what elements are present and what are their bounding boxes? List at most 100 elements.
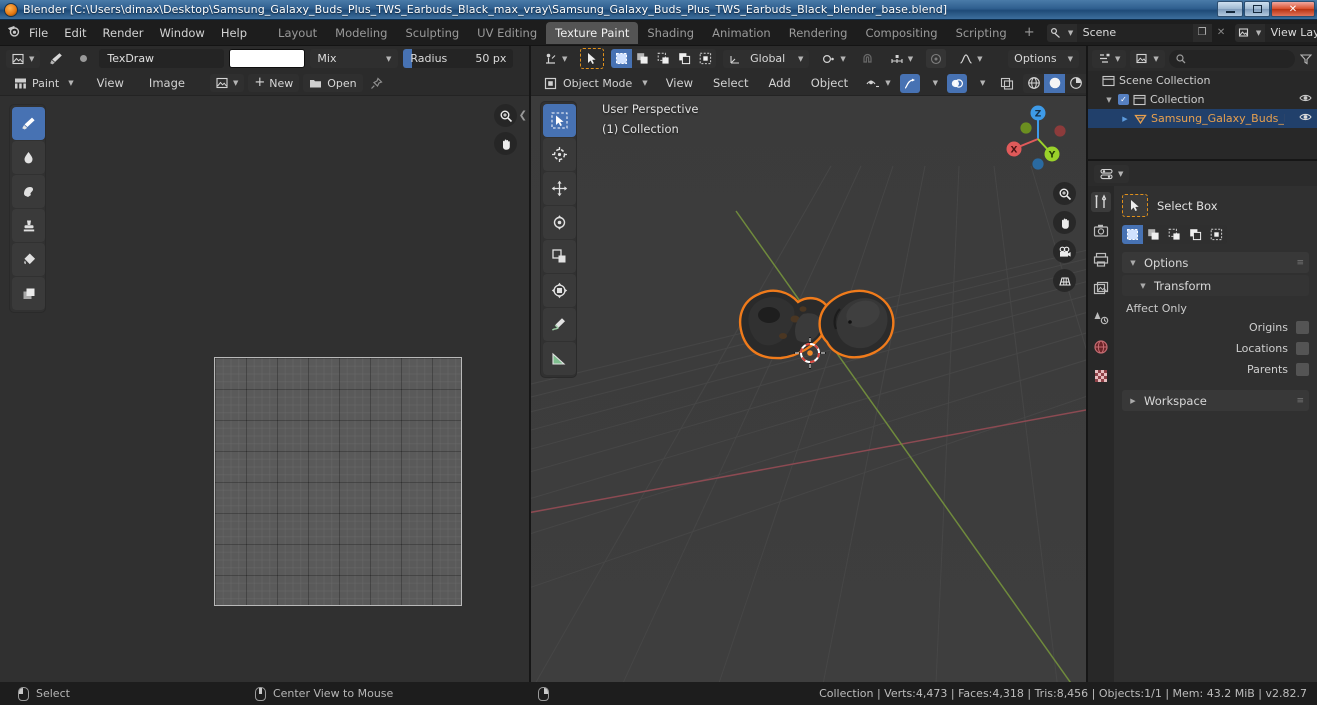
select-mode-subtract[interactable] <box>653 49 675 68</box>
select-mode-invert[interactable] <box>674 49 696 68</box>
workspace-tab-sculpting[interactable]: Sculpting <box>396 22 468 44</box>
view-layer-icon[interactable]: ▼ <box>1234 23 1265 42</box>
tab-render[interactable] <box>1091 221 1111 241</box>
image-datablock-button[interactable]: ▼ <box>209 74 245 92</box>
menu-render[interactable]: Render <box>95 23 152 43</box>
pan-icon[interactable] <box>1053 211 1076 234</box>
viewport-menu-add[interactable]: Add <box>760 73 798 93</box>
outliner-row-collection[interactable]: ▼ ✓ Collection <box>1088 90 1317 109</box>
brush-radius-slider[interactable]: Radius 50 px <box>403 49 514 68</box>
eye-icon[interactable] <box>1299 93 1312 106</box>
image-editor-sidebar-toggle[interactable]: ❮ <box>519 110 527 121</box>
viewport-menu-select[interactable]: Select <box>705 73 756 93</box>
tool-draw-button[interactable] <box>12 107 45 140</box>
properties-editor-type-button[interactable]: ▼ <box>1094 164 1130 183</box>
overlay-options-dropdown[interactable]: ▼ <box>970 74 991 92</box>
tool-scale-button[interactable] <box>543 240 576 273</box>
tool-soften-button[interactable] <box>12 141 45 174</box>
panel-options[interactable]: ▼ Options ≡ <box>1122 252 1309 273</box>
workspace-tab-scripting[interactable]: Scripting <box>947 22 1016 44</box>
viewport-canvas[interactable]: User Perspective (1) Collection Z X Y <box>531 96 1086 682</box>
scene-unlink-button[interactable]: ✕ <box>1212 24 1231 42</box>
ortho-persp-icon[interactable] <box>1053 269 1076 292</box>
outliner-filter-id-button[interactable]: ▼ <box>1130 49 1165 68</box>
panel-workspace[interactable]: ▶ Workspace ≡ <box>1122 390 1309 411</box>
visibility-selectability-dropdown[interactable]: ▼ <box>860 74 896 92</box>
uv-image-grid[interactable] <box>214 357 462 606</box>
workspace-tab-modeling[interactable]: Modeling <box>326 22 396 44</box>
shading-material-button[interactable] <box>1065 73 1086 93</box>
gizmo-options-dropdown[interactable]: ▼ <box>923 74 944 92</box>
tool-cursor-button[interactable] <box>543 138 576 171</box>
workspace-tab-texture-paint[interactable]: Texture Paint <box>546 21 639 44</box>
tab-texture[interactable] <box>1091 366 1111 386</box>
transform-orientation-dropdown[interactable]: Global ▼ <box>723 49 810 68</box>
outliner-editor-type-button[interactable]: ▼ <box>1092 49 1127 68</box>
select-mode-set[interactable] <box>1122 225 1143 244</box>
image-editor-menu-view[interactable]: View <box>89 73 132 93</box>
tool-mask-button[interactable] <box>12 277 45 310</box>
snap-magnet-icon[interactable] <box>859 52 877 65</box>
select-mode-set[interactable] <box>611 49 633 68</box>
shading-solid-button[interactable] <box>1044 73 1066 93</box>
brush-datablock-icon[interactable] <box>72 52 94 65</box>
camera-icon[interactable] <box>1053 240 1076 263</box>
tool-clone-button[interactable] <box>12 209 45 242</box>
interaction-mode-dropdown[interactable]: Object Mode ▼ <box>538 74 654 92</box>
menu-help[interactable]: Help <box>213 23 255 43</box>
area-divider-left[interactable] <box>529 46 531 682</box>
affect-only-parents-row[interactable]: Parents <box>1122 359 1309 380</box>
workspace-tab-shading[interactable]: Shading <box>638 22 703 44</box>
blend-mode-dropdown[interactable]: Mix ▼ <box>310 49 399 68</box>
tool-transform-button[interactable] <box>543 274 576 307</box>
scene-icon[interactable]: ▼ <box>1046 23 1077 42</box>
show-overlays-toggle[interactable] <box>946 73 967 93</box>
outliner-search-input[interactable] <box>1168 49 1295 68</box>
pan-icon[interactable] <box>494 132 517 155</box>
tool-select-box-button[interactable] <box>543 104 576 137</box>
select-mode-subtract[interactable] <box>1164 225 1185 244</box>
transform-pivot-button[interactable]: ▼ <box>538 50 573 68</box>
active-tool-icon[interactable] <box>1122 194 1148 217</box>
tab-tool[interactable] <box>1091 192 1111 212</box>
active-tool-indicator[interactable] <box>580 48 605 69</box>
affect-only-origins-row[interactable]: Origins <box>1122 317 1309 338</box>
active-brush-tool-icon[interactable] <box>45 51 67 67</box>
new-image-button[interactable]: + New <box>248 74 300 92</box>
select-mode-intersect[interactable] <box>1206 225 1227 244</box>
workspace-tab-compositing[interactable]: Compositing <box>856 22 946 44</box>
navigation-axis-gizmo[interactable]: Z X Y <box>999 100 1077 178</box>
zoom-icon[interactable] <box>494 104 517 127</box>
tool-annotate-button[interactable] <box>543 308 576 341</box>
workspace-tab-uv-editing[interactable]: UV Editing <box>468 22 546 44</box>
affect-only-parents-checkbox[interactable] <box>1296 363 1309 376</box>
filter-icon[interactable] <box>1299 53 1313 65</box>
brush-name-field[interactable]: TexDraw <box>99 49 225 68</box>
area-divider-outliner-props[interactable] <box>1088 159 1317 161</box>
panel-transform[interactable]: ▼ Transform <box>1122 275 1309 296</box>
workspace-tab-rendering[interactable]: Rendering <box>780 22 857 44</box>
view-layer-selector[interactable]: ▼ View Layer ❐ ✕ <box>1234 23 1317 42</box>
viewport-menu-view[interactable]: View <box>658 73 701 93</box>
affect-only-origins-checkbox[interactable] <box>1296 321 1309 334</box>
snap-target-dropdown[interactable]: ▼ <box>884 50 919 68</box>
scene-name[interactable]: Scene <box>1076 23 1193 42</box>
tab-output[interactable] <box>1091 250 1111 270</box>
image-editor-type-button[interactable]: ▼ <box>6 49 41 68</box>
tab-world[interactable] <box>1091 337 1111 357</box>
viewport-menu-object[interactable]: Object <box>803 73 856 93</box>
menu-edit[interactable]: Edit <box>56 23 94 43</box>
xray-toggle[interactable] <box>994 74 1020 92</box>
eye-icon[interactable] <box>1299 112 1312 125</box>
select-mode-intersect[interactable] <box>695 49 717 68</box>
open-image-button[interactable]: Open <box>303 74 363 92</box>
paint-mode-dropdown[interactable]: Paint ▼ <box>8 74 80 92</box>
pin-icon[interactable] <box>367 76 387 90</box>
zoom-icon[interactable] <box>1053 182 1076 205</box>
scene-new-copy-button[interactable]: ❐ <box>1192 23 1212 42</box>
add-workspace-button[interactable]: + <box>1016 25 1043 40</box>
tab-view-layer[interactable] <box>1091 279 1111 299</box>
image-editor-canvas[interactable]: ❮ <box>0 96 529 682</box>
collection-checkbox[interactable]: ✓ <box>1118 94 1129 105</box>
proportional-edit-toggle[interactable] <box>926 49 947 68</box>
